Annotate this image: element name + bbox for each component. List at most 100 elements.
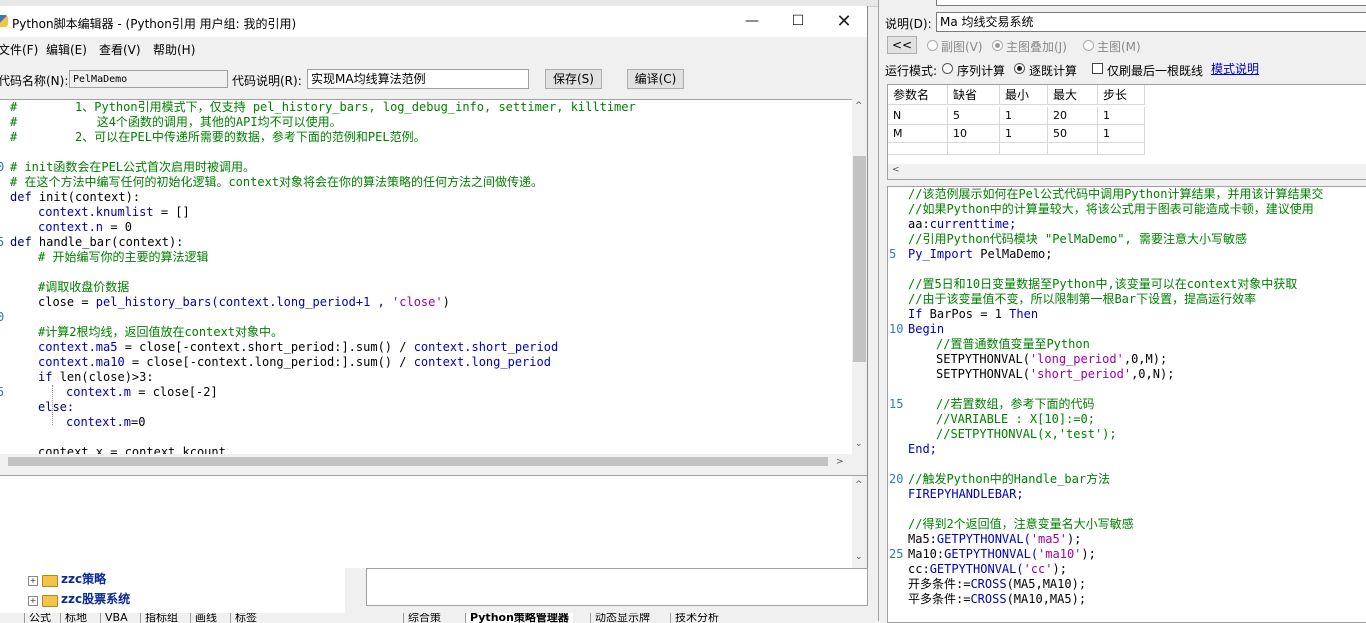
pel-line: //得到2个返回值，注意变量名大小写敏感 <box>908 517 1134 531</box>
pel-text: Ma10: <box>908 547 945 561</box>
table-cell-empty[interactable] <box>948 143 1000 155</box>
scroll-up-icon[interactable]: ^ <box>855 480 863 490</box>
pel-text: 平多条件:= <box>908 592 971 606</box>
table-cell[interactable]: N <box>888 107 948 125</box>
maximize-button[interactable]: ☐ <box>775 6 821 37</box>
pel-string: 'cc' <box>1023 562 1053 576</box>
run-mode-bar-radio[interactable] <box>1014 63 1025 74</box>
pel-code-editor[interactable]: //该范例展示如何在Pel公式代码中调用Python计算结果，并用该计算结果交 … <box>887 186 1366 623</box>
output-scrollbar[interactable]: ^ ⌄ <box>852 476 867 569</box>
pel-func: GETPYTHONVAL( <box>936 532 1031 546</box>
table-cell[interactable]: 1 <box>1000 125 1048 143</box>
scroll-up-icon[interactable]: ^ <box>855 101 863 111</box>
view-subchart-label: 副图(V) <box>941 40 983 54</box>
table-cell-empty[interactable] <box>888 143 948 155</box>
view-overlay-label: 主图叠加(J) <box>1006 40 1067 54</box>
pel-string: 'ma10' <box>1038 547 1082 561</box>
name-input[interactable] <box>936 0 1366 6</box>
pel-func: SETPYTHONVAL( <box>936 367 1030 381</box>
expand-icon[interactable]: + <box>28 596 38 606</box>
tab-target[interactable]: 标地 <box>60 613 91 623</box>
run-mode-series-radio[interactable] <box>942 63 953 74</box>
minimize-button[interactable]: — <box>729 6 775 37</box>
indent-guide <box>52 385 54 425</box>
save-button[interactable]: 保存(S) <box>545 69 602 89</box>
tab-vba[interactable]: VBA <box>100 613 132 623</box>
desc-label: 说明(D): <box>885 17 932 31</box>
scroll-left-icon[interactable]: < <box>892 165 900 175</box>
table-cell-empty[interactable] <box>1048 143 1098 155</box>
code-text: len(close)>3: <box>59 370 154 384</box>
params-header-default[interactable]: 缺省 <box>948 85 1000 105</box>
tree-scrollbar[interactable] <box>345 568 360 613</box>
menu-view[interactable]: 查看(V) <box>99 41 141 58</box>
params-header-max[interactable]: 最大 <box>1048 85 1098 105</box>
tab-label[interactable]: 标签 <box>230 613 261 623</box>
scroll-right-icon[interactable]: > <box>836 457 844 467</box>
refresh-last-bar-checkbox[interactable] <box>1092 63 1103 74</box>
compile-button[interactable]: 编译(C) <box>627 69 684 89</box>
pel-line: //引用Python代码模块 "PelMaDemo", 需要注意大小写敏感 <box>908 232 1247 246</box>
code-attr: context.ma5 <box>38 340 118 354</box>
table-cell[interactable]: 1 <box>1098 125 1145 143</box>
view-overlay-radio[interactable] <box>992 40 1003 51</box>
python-code-editor[interactable]: # 1、Python引用模式下，仅支持 pel_history_bars, lo… <box>0 99 852 455</box>
scroll-down-icon[interactable]: ⌄ <box>855 552 863 562</box>
table-cell[interactable]: 10 <box>948 125 1000 143</box>
tab-technical-analysis[interactable]: 技术分析 <box>670 613 723 623</box>
table-cell[interactable]: 50 <box>1048 125 1098 143</box>
params-horizontal-scrollbar[interactable]: < <box>887 164 1366 180</box>
table-cell[interactable]: M <box>888 125 948 143</box>
pel-text: cc: <box>908 562 930 576</box>
collapse-button[interactable]: << <box>887 36 917 54</box>
line-number: 10 <box>889 322 904 336</box>
menu-help[interactable]: 帮助(H) <box>153 41 195 58</box>
code-horizontal-scroll-thumb[interactable] <box>8 457 828 466</box>
table-cell[interactable]: 1 <box>1000 107 1048 125</box>
pel-func: SETPYTHONVAL( <box>936 352 1030 366</box>
line-number: 5 <box>889 247 897 261</box>
pel-line: Ma10:GETPYTHONVAL('ma10'); <box>908 547 1096 562</box>
scroll-down-icon[interactable]: ⌄ <box>855 439 863 449</box>
params-header-min[interactable]: 最小 <box>1000 85 1048 105</box>
tab-dynamic-board[interactable]: 动态显示牌 <box>590 613 654 623</box>
code-line: # 这4个函数的调用，其他的API均不可以使用。 <box>10 115 342 129</box>
mode-help-link[interactable]: 模式说明 <box>1211 60 1259 77</box>
code-vertical-scroll-thumb[interactable] <box>853 156 866 362</box>
table-cell-empty[interactable] <box>1098 143 1145 155</box>
output-panel[interactable]: ^ ⌄ <box>0 475 867 569</box>
params-header-step[interactable]: 步长 <box>1098 85 1145 105</box>
menu-edit[interactable]: 编辑(E) <box>46 41 87 58</box>
tab-indicator-group[interactable]: 指标组 <box>140 613 182 623</box>
pel-text: ); <box>1081 547 1096 561</box>
menu-file[interactable]: 文件(F) <box>0 41 38 58</box>
tab-formula[interactable]: 公式 <box>24 613 55 623</box>
formula-properties-panel: 说明(D): Ma 均线交易系统 << 副图(V) 主图叠加(J) 主图(M) … <box>878 0 1366 623</box>
table-cell-empty[interactable] <box>1000 143 1048 155</box>
pel-keyword: Then <box>1009 307 1039 321</box>
code-desc-field[interactable]: 实现MA均线算法范例 <box>307 69 529 89</box>
view-mainchart-radio[interactable] <box>1083 40 1094 51</box>
view-subchart-radio[interactable] <box>927 40 938 51</box>
pel-line: //若置数组，参考下面的代码 <box>936 397 1095 411</box>
pel-func: CROSS <box>970 577 1007 591</box>
tree-item-zzc-strategy[interactable]: zzc策略 <box>61 570 106 588</box>
desc-input[interactable]: Ma 均线交易系统 <box>936 12 1366 32</box>
code-line: # 2、可以在PEL中传递所需要的数据，参考下面的范例和PEL范例。 <box>10 130 426 144</box>
tree-item-zzc-stock-system[interactable]: zzc股票系统 <box>61 590 130 608</box>
code-name-field[interactable]: PelMaDemo <box>69 70 228 88</box>
tab-drawing[interactable]: 画线 <box>190 613 221 623</box>
pel-line: //由于该变量值不变，所以限制第一根Bar下设置，提高运行效率 <box>908 292 1257 306</box>
tab-strategy-overview[interactable]: 综合策 <box>403 613 445 623</box>
code-line: context.ma5 = close[-context.short_perio… <box>38 340 558 355</box>
table-cell[interactable]: 5 <box>948 107 1000 125</box>
close-button[interactable]: ✕ <box>821 6 867 37</box>
code-text: init(context): <box>38 190 141 204</box>
tab-python-strategy-manager[interactable]: Python策略管理器 <box>465 613 573 623</box>
table-cell[interactable]: 1 <box>1098 107 1145 125</box>
table-cell[interactable]: 20 <box>1048 107 1098 125</box>
pel-line: SETPYTHONVAL('short_period',0,N); <box>936 367 1174 382</box>
code-line: context.ma10 = close[-context.long_perio… <box>38 355 551 370</box>
params-header-name[interactable]: 参数名 <box>888 85 948 105</box>
expand-icon[interactable]: + <box>28 576 38 586</box>
